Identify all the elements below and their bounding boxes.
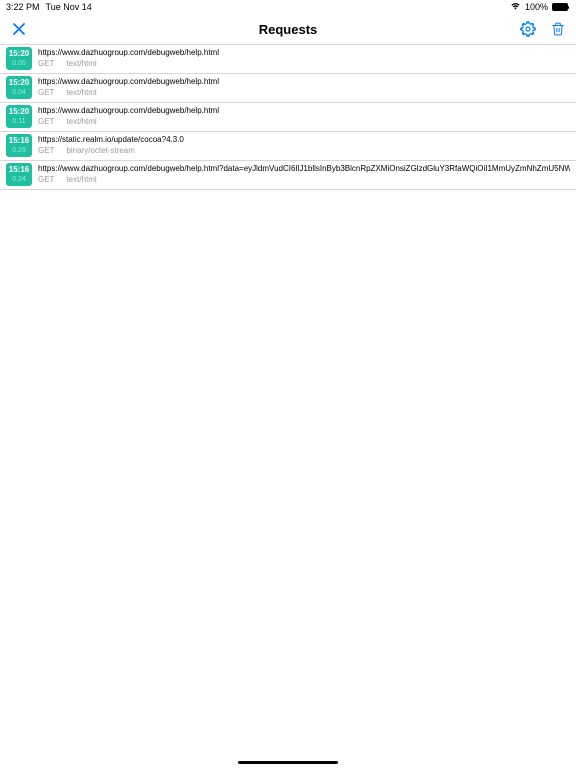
nav-bar: Requests <box>0 14 576 44</box>
time-label: 15:20 <box>9 78 29 88</box>
time-badge: 15:200.04 <box>6 76 32 99</box>
time-label: 15:20 <box>9 49 29 59</box>
row-body: https://www.dazhuogroup.com/debugweb/hel… <box>38 76 570 97</box>
request-meta: GET text/html <box>38 175 570 184</box>
request-row[interactable]: 15:200.11 https://www.dazhuogroup.com/deb… <box>0 103 576 132</box>
time-label: 15:20 <box>9 107 29 117</box>
gear-icon[interactable] <box>520 21 536 37</box>
method-label: GET <box>38 146 54 155</box>
request-row[interactable]: 15:200.04 https://www.dazhuogroup.com/deb… <box>0 74 576 103</box>
row-body: https://www.dazhuogroup.com/debugweb/hel… <box>38 47 570 68</box>
mime-label: text/html <box>66 117 96 126</box>
method-label: GET <box>38 59 54 68</box>
mime-label: binary/octet-stream <box>66 146 134 155</box>
home-indicator <box>238 761 338 764</box>
request-list: 15:200.05https://www.dazhuogroup.com/deb… <box>0 44 576 190</box>
request-row[interactable]: 15:160.29 https://static.realm.io/update/… <box>0 132 576 161</box>
request-meta: GET text/html <box>38 117 570 126</box>
battery-icon <box>552 3 568 11</box>
time-badge: 15:160.29 <box>6 134 32 157</box>
time-badge: 15:160.24 <box>6 163 32 186</box>
request-url: https://www.dazhuogroup.com/debugweb/hel… <box>38 106 570 115</box>
close-icon[interactable] <box>12 22 26 36</box>
duration-label: 0.11 <box>12 117 25 126</box>
mime-label: text/html <box>66 88 96 97</box>
mime-label: text/html <box>66 59 96 68</box>
status-left: 3:22 PM Tue Nov 14 <box>6 2 92 12</box>
method-label: GET <box>38 88 54 97</box>
duration-label: 0.29 <box>12 146 26 155</box>
mime-label: text/html <box>66 175 96 184</box>
duration-label: 0.24 <box>12 175 26 184</box>
request-meta: GET binary/octet-stream <box>38 146 570 155</box>
request-meta: GET text/html <box>38 59 570 68</box>
duration-label: 0.04 <box>12 88 26 97</box>
method-label: GET <box>38 175 54 184</box>
time-label: 15:16 <box>9 136 29 146</box>
row-body: https://static.realm.io/update/cocoa?4.3… <box>38 134 570 155</box>
request-row[interactable]: 15:160.24 https://www.dazhuogroup.com/deb… <box>0 161 576 190</box>
row-body: https://www.dazhuogroup.com/debugweb/hel… <box>38 163 570 184</box>
status-date: Tue Nov 14 <box>46 2 92 12</box>
wifi-icon <box>510 2 521 12</box>
method-label: GET <box>38 117 54 126</box>
request-url: https://www.dazhuogroup.com/debugweb/hel… <box>38 48 570 57</box>
page-title: Requests <box>259 22 318 37</box>
duration-label: 0.05 <box>12 59 26 68</box>
request-url: https://www.dazhuogroup.com/debugweb/hel… <box>38 77 570 86</box>
status-time: 3:22 PM <box>6 2 40 12</box>
request-url: https://www.dazhuogroup.com/debugweb/hel… <box>38 164 570 173</box>
row-body: https://www.dazhuogroup.com/debugweb/hel… <box>38 105 570 126</box>
request-row[interactable]: 15:200.05 https://www.dazhuogroup.com/deb… <box>0 45 576 74</box>
trash-icon[interactable] <box>550 21 566 37</box>
battery-text: 100% <box>525 2 548 12</box>
time-badge: 15:200.11 <box>6 105 32 128</box>
status-bar: 3:22 PM Tue Nov 14 100% <box>0 0 576 14</box>
request-meta: GET text/html <box>38 88 570 97</box>
time-label: 15:16 <box>9 165 29 175</box>
request-url: https://static.realm.io/update/cocoa?4.3… <box>38 135 570 144</box>
time-badge: 15:200.05 <box>6 47 32 70</box>
status-right: 100% <box>510 2 568 12</box>
